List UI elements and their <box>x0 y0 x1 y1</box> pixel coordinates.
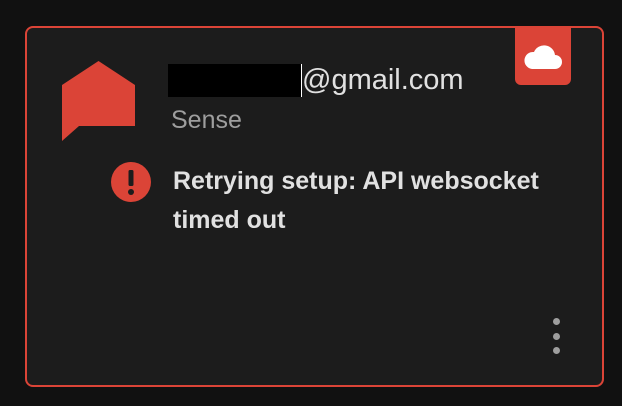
email-domain: @gmail.com <box>302 63 464 96</box>
more-options-button[interactable] <box>544 318 568 354</box>
error-message: Retrying setup: API websocket timed out <box>173 167 539 234</box>
more-vertical-icon <box>552 318 560 325</box>
error-exclamation-icon <box>111 162 151 202</box>
error-status: Retrying setup: API websocket timed out <box>111 162 581 240</box>
cloud-icon <box>524 44 562 69</box>
account-email: @gmail.com <box>168 62 464 98</box>
integration-name: Sense <box>171 106 242 134</box>
redacted-email-username <box>168 63 302 97</box>
more-vertical-icon-dot-2 <box>552 332 560 340</box>
sense-logo-icon <box>62 61 135 141</box>
integration-card: @gmail.com Sense Retrying setup: API web… <box>25 26 604 387</box>
cloud-badge <box>515 28 571 85</box>
more-vertical-icon-dot-3 <box>552 347 560 354</box>
